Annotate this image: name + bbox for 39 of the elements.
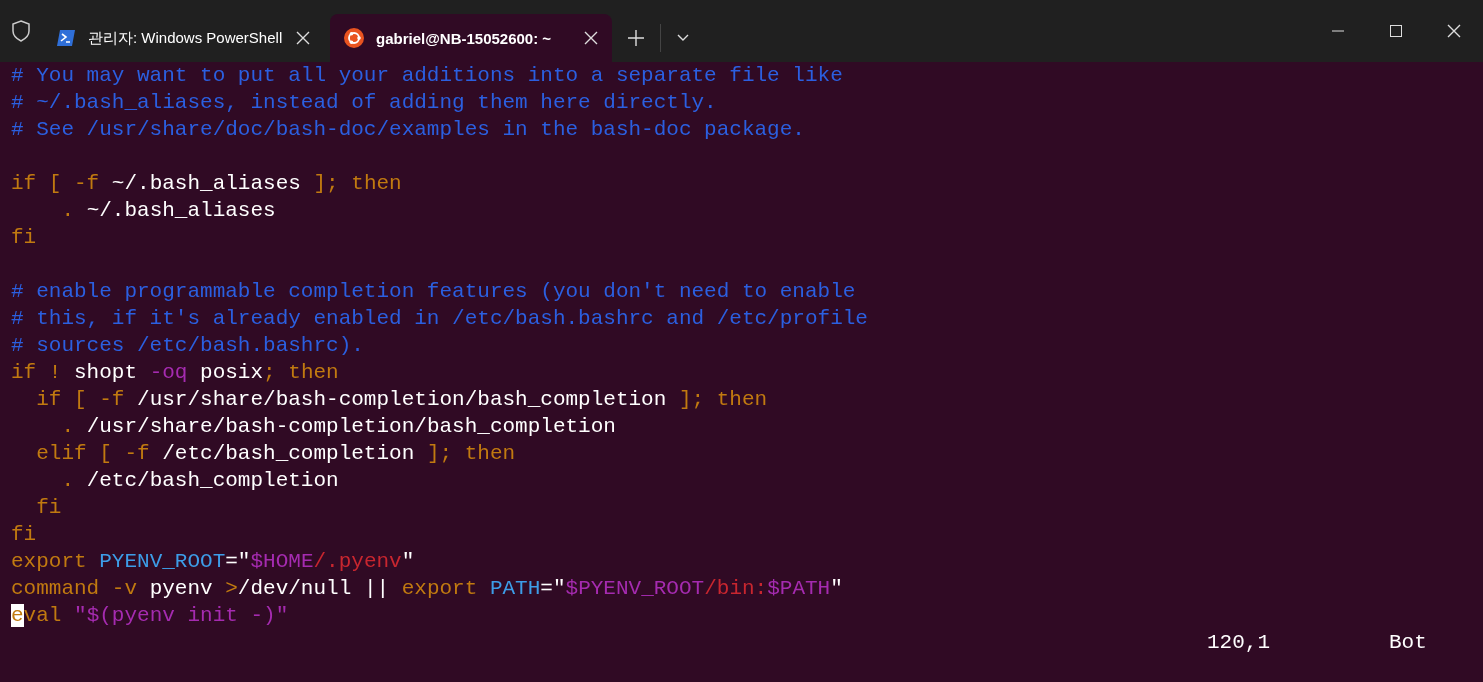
- code-line: fi: [11, 522, 37, 548]
- code-line: # this, if it's already enabled in /etc/bash.bashrc and /etc/profile: [11, 306, 868, 332]
- terminal-icon: [56, 29, 76, 47]
- code-line: fi: [11, 225, 37, 251]
- cursor-position: 120,1: [1207, 630, 1270, 656]
- code-line: # You may want to put all your additions into a separate file like: [11, 63, 843, 89]
- code-line: command -v pyenv >/dev/null || export PATH="$PYENV_ROOT/bin:$PATH": [11, 576, 843, 602]
- code-line: fi: [35, 495, 62, 521]
- tab-title: gabriel@NB-15052600: ~: [376, 29, 553, 47]
- code-line: # ~/.bash_aliases, instead of adding them here directly.: [11, 90, 717, 116]
- shield-icon: [11, 20, 31, 42]
- code-line: # enable programmable completion features (you don't need to enable: [11, 279, 856, 305]
- code-line: if ! shopt -oq posix; then: [11, 360, 339, 386]
- scroll-position: Bot: [1389, 630, 1427, 656]
- dropdown-button[interactable]: [677, 34, 689, 42]
- maximize-icon: [1390, 25, 1402, 37]
- close-tab-button[interactable]: [296, 31, 310, 45]
- close-icon: [584, 31, 598, 45]
- minimize-icon: [1332, 30, 1344, 32]
- code-line: . /usr/share/bash-completion/bash_completion: [60, 414, 616, 440]
- code-line: elif [ -f /etc/bash_completion ]; then: [35, 441, 516, 467]
- code-line: if [ -f /usr/share/bash-completion/bash_completion ]; then: [35, 387, 768, 413]
- close-icon: [296, 31, 310, 45]
- tab-title: 관리자: Windows PowerShell: [88, 28, 284, 48]
- terminal-tab[interactable]: 관리자: Windows PowerShell: [42, 14, 324, 62]
- circle-logo-icon: [344, 28, 364, 48]
- code-line: . /etc/bash_completion: [60, 468, 339, 494]
- code-line: export PYENV_ROOT="$HOME/.pyenv": [11, 549, 415, 575]
- code-line: eval "$(pyenv init -)": [11, 603, 289, 629]
- plus-icon: [628, 30, 644, 46]
- code-line: if [ -f ~/.bash_aliases ]; then: [11, 171, 402, 197]
- code-line: . ~/.bash_aliases: [60, 198, 276, 224]
- terminal-tab[interactable]: gabriel@NB-15052600: ~: [330, 14, 612, 62]
- close-icon: [1447, 24, 1461, 38]
- code-line: # See /usr/share/doc/bash-doc/examples in the bash-doc package.: [11, 117, 805, 143]
- chevron-down-icon: [677, 34, 689, 42]
- close-tab-button[interactable]: [584, 31, 598, 45]
- new-tab-button[interactable]: [628, 30, 644, 46]
- code-line: # sources /etc/bash.bashrc).: [11, 333, 364, 359]
